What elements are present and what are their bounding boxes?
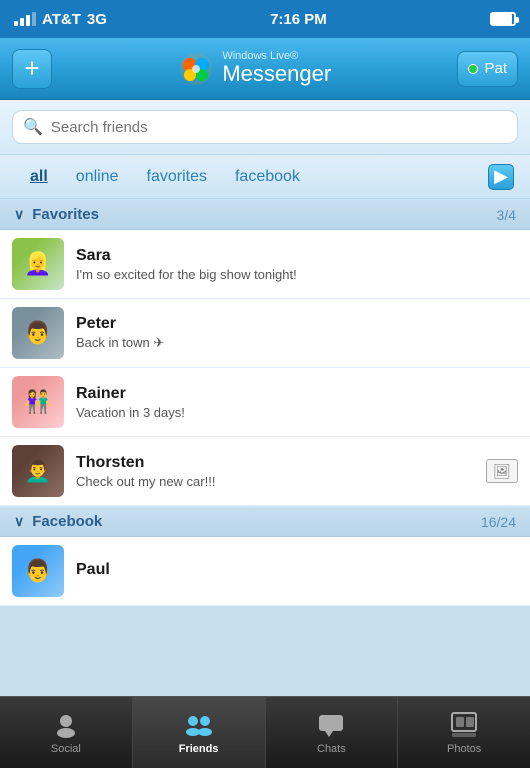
search-icon: 🔍: [23, 117, 43, 137]
facebook-chevron-icon: ∨: [14, 513, 24, 530]
signal-bars-icon: [14, 12, 36, 26]
logo-title: Messenger: [222, 62, 331, 86]
tab-friends-label: Friends: [179, 743, 219, 755]
rainer-name: Rainer: [76, 385, 518, 403]
favorites-label: Favorites: [32, 206, 99, 223]
tab-facebook[interactable]: facebook: [221, 160, 314, 194]
logo-area: Windows Live® Messenger: [178, 50, 331, 86]
tab-social-label: Social: [51, 743, 81, 755]
thorsten-info: Thorsten Check out my new car!!!: [76, 454, 474, 489]
sara-name: Sara: [76, 247, 518, 265]
online-status-dot: [468, 64, 478, 74]
status-right: [490, 12, 516, 26]
logo-text: Windows Live® Messenger: [222, 50, 331, 86]
facebook-title: ∨ Facebook: [14, 513, 102, 530]
user-button[interactable]: Pat: [457, 51, 518, 87]
time-label: 7:16 PM: [270, 11, 327, 28]
rainer-avatar: 👫: [12, 376, 64, 428]
header: + Windows Live® Messenger Pat: [0, 38, 530, 100]
thorsten-avatar: 👨‍🦱: [12, 445, 64, 497]
search-input[interactable]: [51, 119, 507, 136]
messenger-logo-icon: [178, 51, 214, 87]
battery-icon: [490, 12, 516, 26]
peter-status: Back in town ✈: [76, 335, 518, 351]
favorites-chevron-icon: ∨: [14, 206, 24, 223]
filter-more-button[interactable]: ▶: [488, 164, 514, 190]
search-input-wrap[interactable]: 🔍: [12, 110, 518, 144]
favorites-title: ∨ Favorites: [14, 206, 99, 223]
rainer-status: Vacation in 3 days!: [76, 405, 518, 420]
carrier-label: AT&T: [42, 11, 81, 28]
sara-status: I'm so excited for the big show tonight!: [76, 267, 518, 282]
image-attachment-icon: 🖼: [486, 459, 518, 483]
peter-name: Peter: [76, 315, 518, 333]
tab-bar: Social Friends Chats: [0, 696, 530, 768]
social-icon: [52, 711, 80, 739]
chats-icon: [317, 711, 345, 739]
rainer-info: Rainer Vacation in 3 days!: [76, 385, 518, 420]
tab-all[interactable]: all: [16, 160, 62, 194]
contact-row[interactable]: 👨‍🦱 Thorsten Check out my new car!!! 🖼: [0, 437, 530, 506]
status-bar: AT&T 3G 7:16 PM: [0, 0, 530, 38]
sara-avatar: 👱‍♀️: [12, 238, 64, 290]
facebook-label: Facebook: [32, 513, 102, 530]
status-left: AT&T 3G: [14, 11, 107, 28]
sara-info: Sara I'm so excited for the big show ton…: [76, 247, 518, 282]
tab-favorites[interactable]: favorites: [133, 160, 221, 194]
tab-online[interactable]: online: [62, 160, 133, 194]
network-label: 3G: [87, 11, 107, 28]
app: AT&T 3G 7:16 PM + Windows Live®: [0, 0, 530, 768]
paul-info: Paul: [76, 561, 518, 581]
paul-avatar: 👨: [12, 545, 64, 597]
user-name-label: Pat: [484, 60, 507, 77]
friends-icon: [183, 711, 215, 739]
tab-photos[interactable]: Photos: [398, 697, 530, 768]
contact-list: ∨ Favorites 3/4 👱‍♀️ Sara I'm so excited…: [0, 199, 530, 696]
thorsten-status: Check out my new car!!!: [76, 474, 474, 489]
paul-name: Paul: [76, 561, 518, 579]
search-bar: 🔍: [0, 100, 530, 155]
filter-tabs: all online favorites facebook ▶: [0, 155, 530, 199]
favorites-section-header[interactable]: ∨ Favorites 3/4: [0, 199, 530, 230]
tab-social[interactable]: Social: [0, 697, 133, 768]
peter-avatar: 👨: [12, 307, 64, 359]
contact-row[interactable]: 👫 Rainer Vacation in 3 days!: [0, 368, 530, 437]
tab-photos-label: Photos: [447, 743, 481, 755]
peter-info: Peter Back in town ✈: [76, 315, 518, 351]
photos-icon: [450, 711, 478, 739]
contact-row[interactable]: 👨 Peter Back in town ✈: [0, 299, 530, 368]
facebook-count: 16/24: [481, 514, 516, 530]
tab-chats-label: Chats: [317, 743, 346, 755]
contact-row[interactable]: 👨 Paul: [0, 537, 530, 606]
contact-row[interactable]: 👱‍♀️ Sara I'm so excited for the big sho…: [0, 230, 530, 299]
thorsten-name: Thorsten: [76, 454, 474, 472]
favorites-count: 3/4: [497, 207, 516, 223]
facebook-section-header[interactable]: ∨ Facebook 16/24: [0, 506, 530, 537]
add-button[interactable]: +: [12, 49, 52, 89]
tab-chats[interactable]: Chats: [266, 697, 399, 768]
tab-friends[interactable]: Friends: [133, 697, 266, 768]
